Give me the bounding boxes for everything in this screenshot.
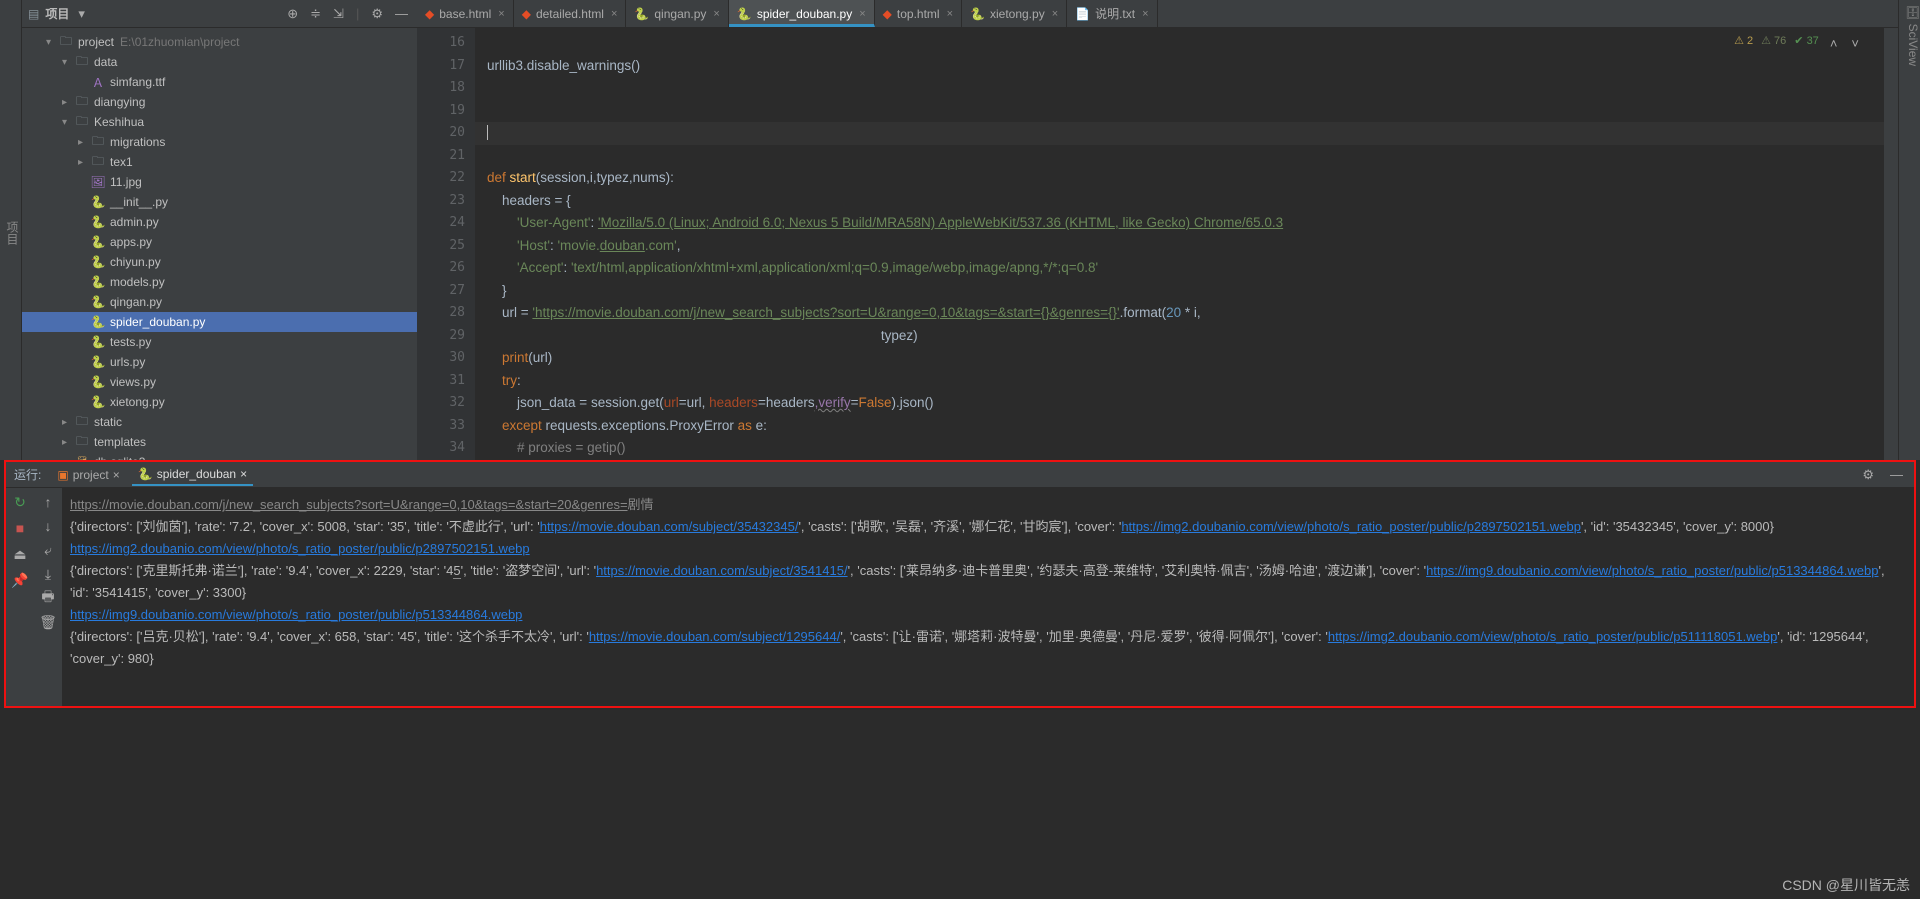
project-tree[interactable]: ▾🗀projectE:\01zhuomian\project▾🗀dataＡsim…	[22, 28, 417, 460]
close-icon[interactable]: ×	[113, 468, 120, 482]
hide-icon[interactable]: —	[392, 4, 411, 23]
console-output[interactable]: https://movie.douban.com/j/new_search_su…	[62, 462, 1914, 706]
run-tabs[interactable]: ▣project × 🐍spider_douban ×	[51, 464, 253, 486]
watermark: CSDN @星川皆无恙	[1782, 875, 1910, 895]
tree-item-simfang-ttf[interactable]: Ａsimfang.ttf	[22, 72, 417, 92]
editor-body: 16171819202122232425262728293031323334 u…	[417, 28, 1898, 460]
dropdown-icon[interactable]: ▾	[75, 4, 88, 24]
tab-top-html[interactable]: ◆top.html×	[875, 0, 962, 27]
tree-item-views-py[interactable]: 🐍views.py	[22, 372, 417, 392]
project-tool-window: ▤ 项目 ▾ ⊕ ≑ ⇲ | ⚙ — ▾🗀projectE:\01zhuomia…	[22, 0, 417, 460]
tree-item-tests-py[interactable]: 🐍tests.py	[22, 332, 417, 352]
stop-icon[interactable]: ■	[10, 518, 30, 538]
run-toolbar-secondary: ↑ ↓ ⤶ ⤓ 🖶 🗑	[34, 462, 62, 706]
clear-icon[interactable]: 🗑	[38, 612, 58, 632]
tab-spider_douban-py[interactable]: 🐍spider_douban.py×	[729, 0, 875, 27]
tab-base-html[interactable]: ◆base.html×	[417, 0, 514, 27]
tree-item-db-sqlite3[interactable]: 🛢db.sqlite3	[22, 452, 417, 460]
tree-item-chiyun-py[interactable]: 🐍chiyun.py	[22, 252, 417, 272]
code-editor[interactable]: urllib3.disable_warnings() def start(ses…	[475, 28, 1898, 460]
tree-item-apps-py[interactable]: 🐍apps.py	[22, 232, 417, 252]
tree-item-spider_douban-py[interactable]: 🐍spider_douban.py	[22, 312, 417, 332]
tree-item-__init__-py[interactable]: 🐍__init__.py	[22, 192, 417, 212]
tree-item-migrations[interactable]: ▸🗀migrations	[22, 132, 417, 152]
print-icon[interactable]: 🖶	[38, 588, 58, 608]
tab-detailed-html[interactable]: ◆detailed.html×	[514, 0, 627, 27]
tree-item-admin-py[interactable]: 🐍admin.py	[22, 212, 417, 232]
run-toolbar-primary: ↻ ■ ⏏ 📌	[6, 462, 34, 706]
tree-item-project[interactable]: ▾🗀projectE:\01zhuomian\project	[22, 32, 417, 52]
editor-tabs[interactable]: ◆base.html×◆detailed.html×🐍qingan.py×🐍sp…	[417, 0, 1898, 28]
tab-qingan-py[interactable]: 🐍qingan.py×	[626, 0, 728, 27]
close-icon[interactable]: ×	[240, 467, 247, 481]
divider-icon: |	[353, 4, 362, 23]
editor-area: ◆base.html×◆detailed.html×🐍qingan.py×🐍sp…	[417, 0, 1898, 460]
tree-item-tex1[interactable]: ▸🗀tex1	[22, 152, 417, 172]
close-icon[interactable]: ×	[498, 8, 504, 20]
project-header: ▤ 项目 ▾ ⊕ ≑ ⇲ | ⚙ —	[22, 0, 417, 28]
left-stripe[interactable]: 项目	[0, 0, 22, 460]
run-header: 运行: ▣project × 🐍spider_douban × ⚙ —	[6, 462, 1914, 488]
project-title: 项目	[45, 5, 69, 22]
folder-icon: ▤	[28, 7, 39, 21]
pin-icon[interactable]: 📌	[10, 570, 30, 590]
right-stripe[interactable]: 🗄 SciView	[1898, 0, 1920, 460]
tree-item-11-jpg[interactable]: 🖼11.jpg	[22, 172, 417, 192]
up-icon[interactable]: ↑	[38, 492, 58, 512]
tree-item-keshihua[interactable]: ▾🗀Keshihua	[22, 112, 417, 132]
run-tab-spider_douban[interactable]: 🐍spider_douban ×	[132, 464, 253, 486]
warning-icon[interactable]: ⚠ 2	[1734, 34, 1753, 53]
tree-item-templates[interactable]: ▸🗀templates	[22, 432, 417, 452]
rerun-icon[interactable]: ↻	[10, 492, 30, 512]
tree-item-static[interactable]: ▸🗀static	[22, 412, 417, 432]
error-stripe[interactable]	[1884, 28, 1898, 460]
tree-item-urls-py[interactable]: 🐍urls.py	[22, 352, 417, 372]
tree-item-qingan-py[interactable]: 🐍qingan.py	[22, 292, 417, 312]
typo-icon[interactable]: ✔ 37	[1794, 34, 1819, 53]
tree-item-models-py[interactable]: 🐍models.py	[22, 272, 417, 292]
chevron-down-icon[interactable]: ˅	[1848, 34, 1862, 53]
expand-icon[interactable]: ⇲	[330, 4, 347, 24]
soft-wrap-icon[interactable]: ⤶	[38, 540, 58, 560]
run-tool-window: 运行: ▣project × 🐍spider_douban × ⚙ — ↻ ■ ⏏…	[4, 460, 1916, 708]
close-icon[interactable]: ×	[713, 8, 719, 20]
down-icon[interactable]: ↓	[38, 516, 58, 536]
scroll-to-end-icon[interactable]: ⤓	[38, 564, 58, 584]
close-icon[interactable]: ×	[611, 8, 617, 20]
close-icon[interactable]: ×	[947, 8, 953, 20]
run-label: 运行:	[14, 466, 41, 483]
collapse-icon[interactable]: ≑	[307, 4, 324, 24]
gear-icon[interactable]: ⚙	[368, 4, 386, 24]
database-icon[interactable]: 🗄	[1906, 5, 1920, 20]
tab--txt[interactable]: 📄说明.txt×	[1067, 0, 1157, 27]
close-icon[interactable]: ×	[1142, 8, 1148, 20]
tree-item-data[interactable]: ▾🗀data	[22, 52, 417, 72]
minimize-icon[interactable]: —	[1887, 465, 1906, 484]
exit-icon[interactable]: ⏏	[10, 544, 30, 564]
tree-item-xietong-py[interactable]: 🐍xietong.py	[22, 392, 417, 412]
close-icon[interactable]: ×	[859, 8, 865, 20]
close-icon[interactable]: ×	[1052, 8, 1058, 20]
tab-xietong-py[interactable]: 🐍xietong.py×	[962, 0, 1067, 27]
gear-icon[interactable]: ⚙	[1859, 465, 1877, 485]
tree-item-diangying[interactable]: ▸🗀diangying	[22, 92, 417, 112]
inspection-widget[interactable]: ⚠ 2 ⚠ 76 ✔ 37 ˄ ˅	[1734, 34, 1862, 53]
locate-icon[interactable]: ⊕	[284, 4, 301, 24]
chevron-up-icon[interactable]: ˄	[1827, 34, 1841, 53]
run-tab-project[interactable]: ▣project ×	[51, 464, 125, 486]
gutter: 16171819202122232425262728293031323334	[417, 28, 475, 460]
weak-warning-icon[interactable]: ⚠ 76	[1761, 34, 1786, 53]
